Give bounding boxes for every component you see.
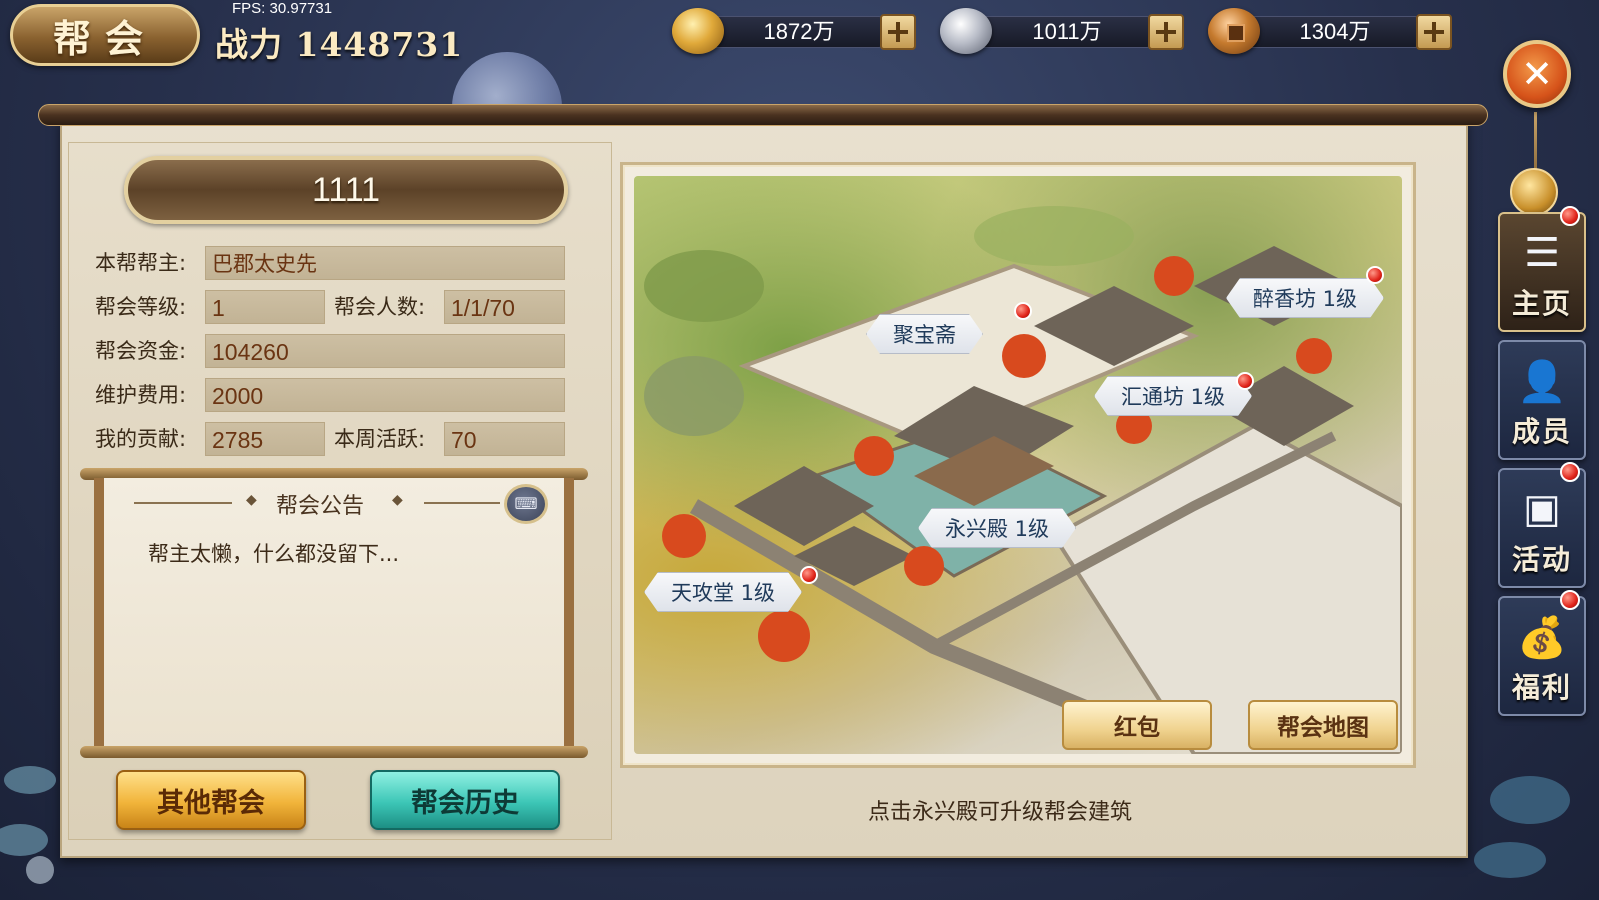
list-icon: ☰ (1524, 230, 1560, 276)
add-silver-button[interactable] (1148, 14, 1184, 50)
diamond-ornament-icon: ◆ (392, 492, 403, 508)
tab-members[interactable]: 👤 成员 (1498, 340, 1586, 460)
guild-map-scene[interactable] (634, 176, 1402, 754)
currency-gold: 1872万 (672, 8, 922, 54)
combat-power-value: 1448731 (295, 25, 464, 64)
weekly-active-label: 本周活跃: (334, 427, 426, 451)
chest-icon: ▣ (1523, 486, 1561, 532)
page-title: 帮会 (52, 15, 157, 61)
close-button[interactable]: ✕ (1503, 40, 1571, 108)
notification-badge (1560, 462, 1580, 482)
members-label: 帮会人数: (334, 295, 426, 319)
weekly-active-value: 70 (444, 422, 565, 456)
red-tree (1002, 334, 1046, 378)
lotus-decoration (0, 766, 56, 884)
gold-ingot-icon (672, 8, 724, 54)
notification-badge (1560, 206, 1580, 226)
guild-name-plaque: 1111 (124, 156, 568, 224)
hill (974, 206, 1134, 266)
close-icon: ✕ (1521, 52, 1553, 96)
level-value: 1 (205, 290, 325, 324)
red-packet-button[interactable]: 红包 (1062, 700, 1212, 750)
funds-value: 104260 (205, 334, 565, 368)
scroll-rod (38, 104, 1488, 126)
tab-home[interactable]: ☰ 主页 (1498, 212, 1586, 332)
copper-coin-icon (1208, 8, 1260, 54)
currency-silver: 1011万 (940, 8, 1190, 54)
add-copper-button[interactable] (1416, 14, 1452, 50)
notification-badge (1236, 372, 1254, 390)
upkeep-label: 维护费用: (95, 383, 187, 407)
combat-power-label: 战力 (215, 25, 283, 64)
tab-welfare[interactable]: 💰 福利 (1498, 596, 1586, 716)
divider (134, 502, 232, 504)
red-tree (1296, 338, 1332, 374)
leader-label: 本帮帮主: (95, 251, 187, 275)
red-tree (904, 546, 944, 586)
level-label: 帮会等级: (95, 295, 187, 319)
currency-copper: 1304万 (1208, 8, 1458, 54)
guild-map-button[interactable]: 帮会地图 (1248, 700, 1398, 750)
funds-label: 帮会资金: (95, 339, 187, 363)
guild-name: 1111 (311, 170, 381, 209)
red-tree (662, 514, 706, 558)
add-gold-button[interactable] (880, 14, 916, 50)
money-bag-icon: 💰 (1517, 614, 1567, 661)
notification-badge (800, 566, 818, 584)
red-tree (758, 610, 810, 662)
red-tree (854, 436, 894, 476)
diamond-ornament-icon: ◆ (246, 492, 257, 508)
members-value: 1/1/70 (444, 290, 565, 324)
title-plaque: 帮会 (10, 4, 200, 66)
silver-ingot-icon (940, 8, 992, 54)
building-label-yongxingdian[interactable]: 永兴殿 1级 (918, 508, 1076, 548)
building-label-jubaozhai[interactable]: 聚宝斋 (866, 314, 983, 354)
upkeep-value: 2000 (205, 378, 565, 412)
lotus-decoration (1474, 776, 1570, 878)
red-tree (1154, 256, 1194, 296)
edit-notice-button[interactable]: ⌨ (504, 484, 548, 524)
upgrade-tip: 点击永兴殿可升级帮会建筑 (867, 800, 1132, 825)
tab-label: 活动 (1511, 543, 1572, 576)
notification-badge (1366, 266, 1384, 284)
combat-power: 战力 1448731 (215, 18, 463, 66)
notice-title: 帮会公告 (276, 494, 365, 519)
member-icon: 👤 (1517, 358, 1567, 405)
fps-counter: FPS: 30.97731 (232, 0, 333, 17)
currency-value: 1304万 (1299, 19, 1371, 44)
tab-activities[interactable]: ▣ 活动 (1498, 468, 1586, 588)
hill (644, 250, 764, 322)
building-label-zuixiangfang[interactable]: 醉香坊 1级 (1226, 278, 1384, 318)
currency-value: 1011万 (1032, 19, 1102, 44)
guild-history-button[interactable]: 帮会历史 (370, 770, 560, 830)
currency-value: 1872万 (763, 19, 835, 44)
rock-cluster (644, 356, 744, 436)
leader-value: 巴郡太史先 (205, 246, 565, 280)
contribution-label: 我的贡献: (95, 427, 187, 451)
building-label-tiangongtang[interactable]: 天攻堂 1级 (644, 572, 802, 612)
divider (424, 502, 500, 504)
notification-badge (1560, 590, 1580, 610)
notification-badge (1014, 302, 1032, 320)
other-guilds-button[interactable]: 其他帮会 (116, 770, 306, 830)
keyboard-icon: ⌨ (514, 494, 538, 513)
scroll-rod-bottom (80, 746, 588, 758)
tab-label: 主页 (1511, 287, 1572, 320)
nav-ornament-icon (1510, 168, 1558, 216)
building-label-huitongfang[interactable]: 汇通坊 1级 (1094, 376, 1252, 416)
contribution-value: 2785 (205, 422, 325, 456)
tab-label: 福利 (1511, 671, 1572, 704)
tab-label: 成员 (1511, 415, 1572, 448)
notice-text: 帮主太懒，什么都没留下... (148, 542, 400, 566)
guild-compound-illustration (644, 206, 1402, 754)
